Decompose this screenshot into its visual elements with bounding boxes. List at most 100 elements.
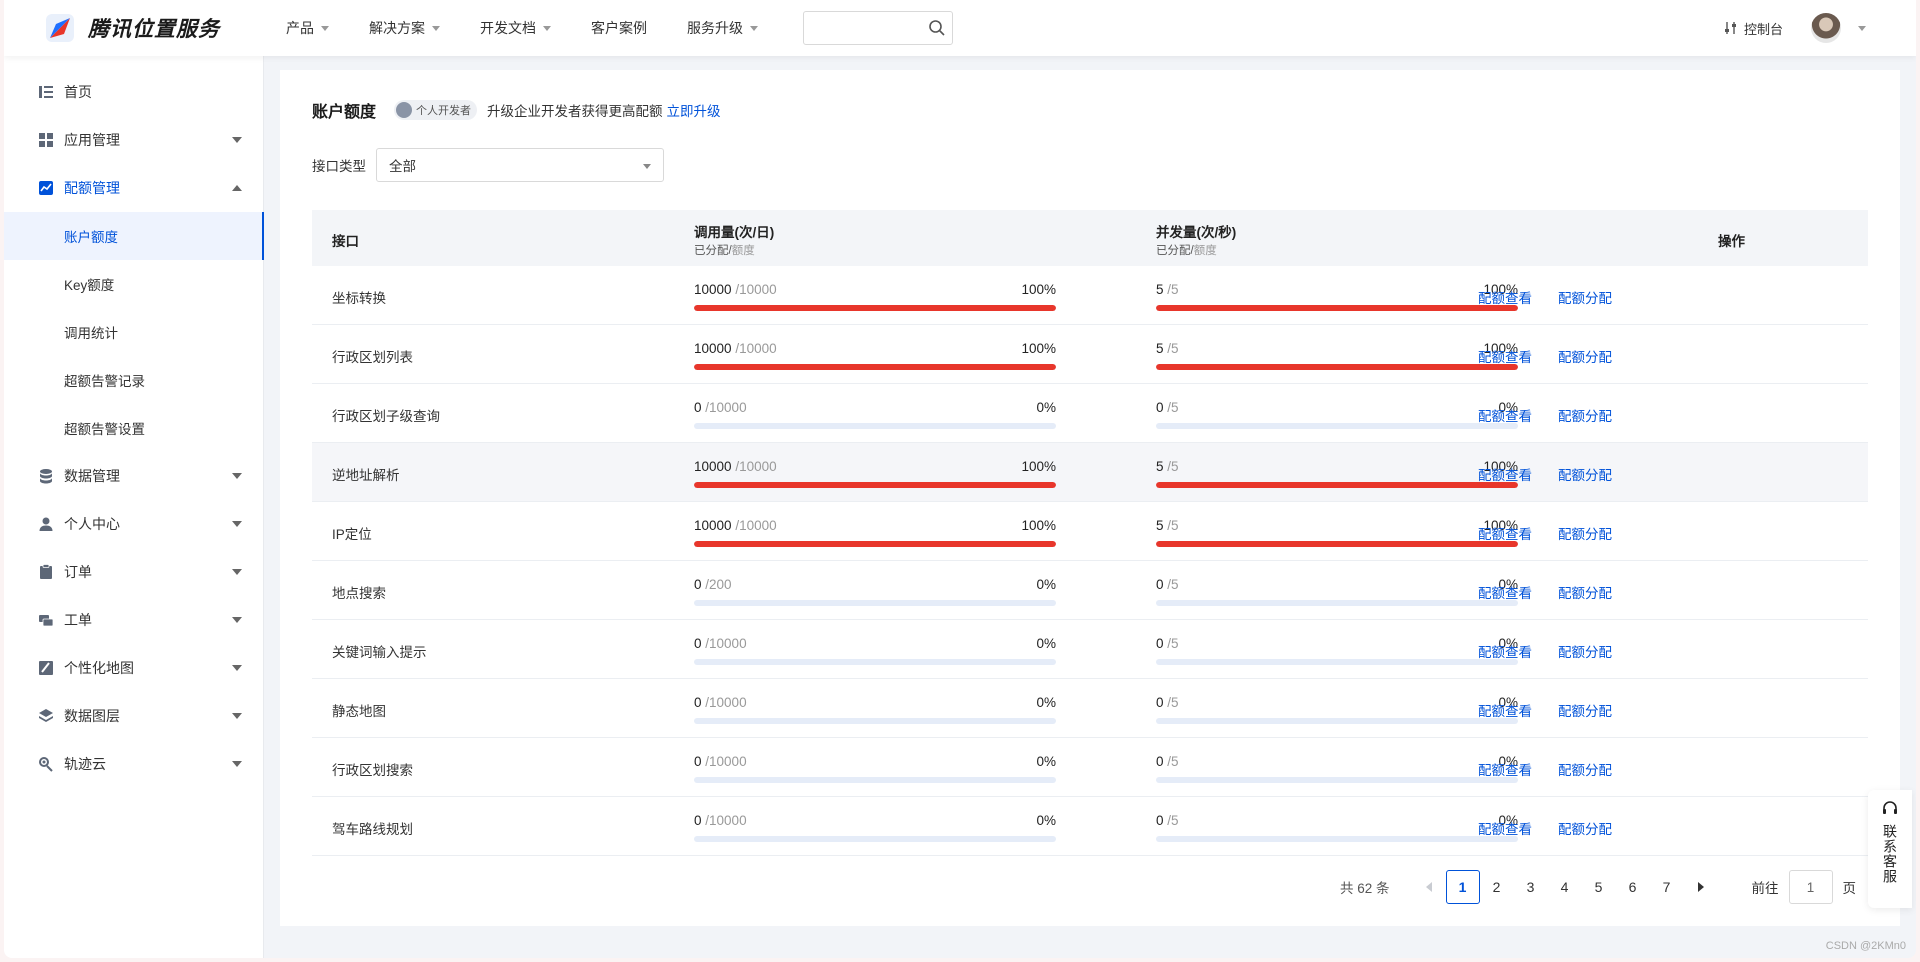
concurrency-quota: /5 [1167, 636, 1179, 651]
concurrency-quota: /5 [1167, 282, 1179, 297]
caret-down-icon [750, 25, 758, 31]
sidebar-item-layers[interactable]: 数据图层 [4, 692, 264, 740]
quota-view-link[interactable]: 配额查看 [1478, 700, 1532, 720]
contact-service-button[interactable]: 联系客服 [1868, 790, 1912, 908]
nav-cases[interactable]: 客户案例 [591, 18, 647, 38]
next-page-icon[interactable] [1697, 882, 1704, 892]
prev-page-icon[interactable] [1425, 882, 1432, 892]
sidebar-sub-key-quota[interactable]: Key额度 [4, 260, 264, 308]
api-name: 关键词输入提示 [332, 645, 427, 660]
page-5-button[interactable]: 5 [1582, 870, 1616, 904]
page-7-button[interactable]: 7 [1650, 870, 1684, 904]
sidebar-item-track-cloud[interactable]: 轨迹云 [4, 740, 264, 788]
sidebar-sub-account-quota[interactable]: 账户额度 [4, 212, 264, 260]
sidebar-item-custom-map[interactable]: 个性化地图 [4, 644, 264, 692]
concurrency-progress-fill [1156, 305, 1518, 311]
col-concurrency-sub: 已分配/额度 [1156, 245, 1217, 257]
concurrency-used: 0 [1156, 695, 1164, 710]
quota-view-link[interactable]: 配额查看 [1478, 818, 1532, 838]
sidebar-sub-call-stats[interactable]: 调用统计 [4, 308, 264, 356]
map-style-icon [39, 661, 53, 675]
caret-down-icon [321, 25, 329, 31]
sidebar-label: 个人中心 [64, 516, 120, 532]
logo[interactable]: 腾讯位置服务 [42, 10, 282, 46]
quota-allocate-link[interactable]: 配额分配 [1558, 464, 1612, 484]
sidebar-item-orders[interactable]: 订单 [4, 548, 264, 596]
app-window: 腾讯位置服务 产品 解决方案 开发文档 客户案例 服务升级 控制台 首页 应用管… [4, 0, 1916, 958]
calls-value: 0 /10000 [694, 695, 747, 710]
sidebar-item-home[interactable]: 首页 [4, 68, 264, 116]
calls-used: 0 [694, 400, 702, 415]
quota-allocate-link[interactable]: 配额分配 [1558, 700, 1612, 720]
quota-allocate-link[interactable]: 配额分配 [1558, 818, 1612, 838]
table-row: 行政区划列表 10000 /10000 100% 5 /5 100% 配额查看 配额分配 [312, 325, 1868, 384]
api-name: IP定位 [332, 527, 372, 542]
api-type-select[interactable]: 全部 [376, 148, 664, 182]
sidebar-label: 工单 [64, 612, 92, 628]
concurrency-progress-bar [1156, 777, 1518, 783]
quota-view-link[interactable]: 配额查看 [1478, 641, 1532, 661]
page-4-button[interactable]: 4 [1548, 870, 1582, 904]
total-count: 共 62 条 [1340, 881, 1390, 896]
sidebar-item-quota[interactable]: 配额管理 [4, 164, 264, 212]
sidebar-sub-alert-records[interactable]: 超额告警记录 [4, 356, 264, 404]
quota-view-link[interactable]: 配额查看 [1478, 582, 1532, 602]
concurrency-value: 0 /5 [1156, 754, 1179, 769]
quota-view-link[interactable]: 配额查看 [1478, 464, 1532, 484]
quota-allocate-link[interactable]: 配额分配 [1558, 582, 1612, 602]
page-6-button[interactable]: 6 [1616, 870, 1650, 904]
concurrency-quota: /5 [1167, 695, 1179, 710]
nav-solutions[interactable]: 解决方案 [369, 18, 440, 38]
sidebar-item-apps[interactable]: 应用管理 [4, 116, 264, 164]
nav-upgrade[interactable]: 服务升级 [687, 18, 758, 38]
sidebar-item-data[interactable]: 数据管理 [4, 452, 264, 500]
page-3-button[interactable]: 3 [1514, 870, 1548, 904]
quota-allocate-link[interactable]: 配额分配 [1558, 405, 1612, 425]
avatar[interactable] [1811, 13, 1841, 43]
concurrency-usage: 0 /5 0% [1156, 400, 1518, 432]
calls-used: 0 [694, 695, 702, 710]
col-api: 接口 [332, 234, 359, 249]
quota-allocate-link[interactable]: 配额分配 [1558, 346, 1612, 366]
quota-allocate-link[interactable]: 配额分配 [1558, 523, 1612, 543]
concurrency-quota: /5 [1167, 400, 1179, 415]
quota-view-link[interactable]: 配额查看 [1478, 287, 1532, 307]
calls-progress-fill [694, 541, 1056, 547]
concurrency-progress-bar [1156, 423, 1518, 429]
concurrency-value: 0 /5 [1156, 400, 1179, 415]
col-ops: 操作 [1718, 234, 1745, 249]
console-button[interactable]: 控制台 [1724, 19, 1783, 38]
quota-allocate-link[interactable]: 配额分配 [1558, 641, 1612, 661]
chevron-down-icon [232, 473, 242, 479]
concurrency-usage: 0 /5 0% [1156, 813, 1518, 845]
sidebar-item-tickets[interactable]: 工单 [4, 596, 264, 644]
nav-label: 开发文档 [480, 20, 536, 36]
quota-view-link[interactable]: 配额查看 [1478, 523, 1532, 543]
user-menu-caret-icon[interactable] [1858, 25, 1866, 31]
goto-page-input[interactable] [1788, 870, 1833, 904]
concurrency-progress-bar [1156, 718, 1518, 724]
sidebar-sub-alert-settings[interactable]: 超额告警设置 [4, 404, 264, 452]
concurrency-progress-bar [1156, 482, 1518, 488]
nav-products[interactable]: 产品 [286, 18, 329, 38]
badge-label: 个人开发者 [416, 105, 472, 117]
sidebar-item-personal[interactable]: 个人中心 [4, 500, 264, 548]
page-2-button[interactable]: 2 [1480, 870, 1514, 904]
search-input[interactable] [818, 13, 928, 43]
nav-label: 服务升级 [687, 20, 743, 36]
quota-view-link[interactable]: 配额查看 [1478, 346, 1532, 366]
upgrade-now-link[interactable]: 立即升级 [667, 100, 721, 120]
calls-usage: 0 /10000 0% [694, 400, 1056, 432]
calls-quota: /10000 [705, 636, 747, 651]
quota-allocate-link[interactable]: 配额分配 [1558, 759, 1612, 779]
page-1-button[interactable]: 1 [1445, 870, 1480, 904]
contact-service-label: 联系客服 [1882, 824, 1898, 884]
caret-down-icon [643, 164, 651, 169]
quota-view-link[interactable]: 配额查看 [1478, 405, 1532, 425]
quota-allocate-link[interactable]: 配额分配 [1558, 287, 1612, 307]
quota-view-link[interactable]: 配额查看 [1478, 759, 1532, 779]
top-header: 腾讯位置服务 产品 解决方案 开发文档 客户案例 服务升级 控制台 [4, 0, 1916, 56]
nav-docs[interactable]: 开发文档 [480, 18, 551, 38]
filter-label: 接口类型 [312, 159, 366, 174]
search-icon[interactable] [928, 19, 946, 37]
